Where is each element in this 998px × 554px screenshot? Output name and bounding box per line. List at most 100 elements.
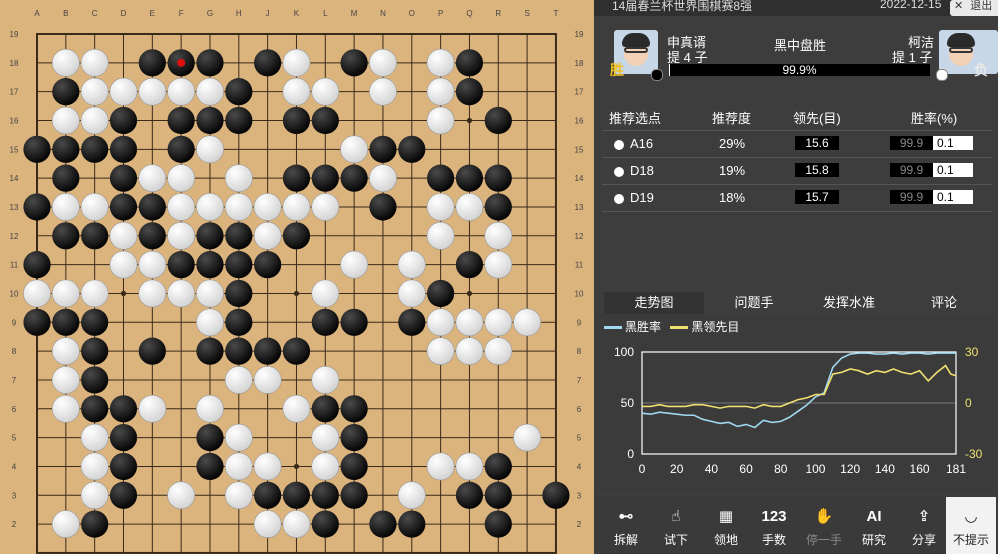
players-header: 胜 申真谞 提 4 子 黑中盘胜 柯洁 提 1 子 负 99.9%	[594, 18, 998, 90]
row-label: 11	[10, 261, 19, 270]
star-point	[466, 117, 473, 124]
white-stone	[109, 221, 138, 250]
white-stone	[282, 77, 311, 106]
row-label: 7	[12, 376, 17, 385]
row-label: 9	[12, 318, 17, 327]
white-stone	[311, 193, 340, 221]
toolbar-button-eye-closed[interactable]: ◡ 不提示	[946, 497, 996, 554]
white-stone	[167, 193, 196, 221]
winrate-bar: 99.9%	[669, 64, 930, 76]
row-percent: 29%	[719, 136, 746, 151]
white-stone-icon	[614, 194, 624, 204]
white-stone	[369, 164, 397, 193]
black-stone	[311, 308, 339, 336]
header-lead: 领先(目)	[793, 111, 841, 126]
toolbar-button-palm: ✋ 停一手	[799, 497, 849, 554]
white-stone	[51, 48, 80, 77]
lead-series-line	[642, 364, 957, 409]
white-stone	[484, 250, 513, 279]
white-stone-icon	[614, 140, 624, 150]
ai-icon: AI	[866, 508, 882, 525]
white-stone	[253, 510, 282, 539]
black-stone	[138, 337, 166, 365]
black-stone	[455, 49, 484, 77]
column-label: Q	[466, 9, 472, 18]
white-stone	[224, 164, 253, 193]
y-left-tick-label: 100	[614, 345, 634, 359]
white-stone	[311, 366, 340, 394]
row-label: 19	[10, 30, 19, 39]
toolbar-button-ai[interactable]: AI 研究	[849, 497, 899, 554]
table-row[interactable]: D18 19% 15.8 99.9 0.1	[602, 157, 992, 184]
go-board-grid[interactable]: A B C D E F G H J K L M N O P Q R S T 19 19 18 18 17 17 16 16 15 15 1…	[0, 0, 594, 554]
x-tick-label: 100	[805, 462, 825, 476]
header-winrate: 胜率(%)	[911, 111, 958, 126]
black-stone	[369, 135, 397, 163]
column-label: J	[266, 9, 270, 18]
exit-button[interactable]: ✕ 退出	[950, 0, 998, 16]
toolbar-button-share[interactable]: ⇪ 分享	[899, 497, 949, 554]
white-stone	[369, 77, 397, 106]
game-result: 黑中盘胜	[774, 38, 827, 53]
toolbar-button-hand-point[interactable]: ☝ 试下	[651, 497, 701, 554]
row-label: 12	[10, 232, 19, 241]
black-stone	[138, 222, 166, 250]
x-tick-label: 80	[774, 462, 788, 476]
share-icon: ⇪	[917, 508, 931, 525]
white-stone	[426, 106, 455, 135]
black-stone	[109, 106, 138, 135]
white-stone	[340, 135, 369, 164]
win-badge: 胜	[610, 62, 624, 78]
white-stone	[311, 77, 340, 106]
white-stone	[196, 279, 224, 308]
row-label: 10	[10, 289, 19, 298]
column-label: G	[207, 9, 213, 18]
black-stone	[398, 510, 426, 538]
winrate-text: 99.9%	[782, 63, 817, 77]
toolbar-button-split[interactable]: ⊷ 拆解	[601, 497, 651, 554]
tab-performance[interactable]: 发挥水准	[799, 292, 899, 314]
black-stone	[311, 481, 339, 509]
tab-comments[interactable]: 评论	[894, 292, 994, 314]
tab-trend[interactable]: 走势图	[604, 292, 704, 314]
white-player-avatar	[939, 30, 998, 74]
trend-chart[interactable]: 黑胜率 黑领先目 0 50 100 -30 0 30 0 20 40 60 80 100 120 140 1…	[594, 314, 998, 490]
black-stone	[81, 135, 109, 163]
white-stone	[138, 77, 167, 106]
black-stone	[398, 135, 426, 163]
black-stone	[340, 481, 368, 509]
white-stone	[513, 308, 542, 337]
tab-problem-moves[interactable]: 问题手	[704, 292, 804, 314]
row-label: 3	[12, 491, 17, 500]
black-stone	[23, 193, 51, 221]
black-stone	[427, 279, 455, 308]
black-stone	[52, 222, 80, 250]
row-move: D18	[630, 163, 654, 178]
go-board[interactable]: A B C D E F G H J K L M N O P Q R S T 19 19 18 18 17 17 16 16 15 15 1…	[0, 0, 594, 554]
black-stone	[225, 337, 253, 365]
black-stone	[398, 308, 426, 336]
row-win-white: 0.1	[933, 190, 973, 204]
y-left-tick-label: 0	[627, 447, 634, 461]
black-stone	[484, 452, 512, 481]
white-stone	[397, 481, 426, 510]
table-row[interactable]: A16 29% 15.6 99.9 0.1	[602, 130, 992, 157]
chart-legend: 黑胜率 黑领先目	[604, 318, 739, 335]
table-row[interactable]: D19 18% 15.7 99.9 0.1	[602, 184, 992, 212]
white-stone	[455, 193, 484, 221]
game-date: 2022-12-15	[880, 0, 942, 11]
white-stone	[426, 452, 455, 481]
black-stone	[311, 106, 339, 135]
row-label: 4	[12, 462, 17, 471]
white-stone	[80, 279, 109, 308]
white-stone	[51, 510, 80, 539]
black-stone	[542, 481, 570, 509]
white-stone	[484, 337, 513, 366]
black-stone	[109, 135, 138, 163]
toolbar-button-move-number[interactable]: 123 手数	[749, 497, 799, 554]
game-title-bar: 14届春兰杯世界围棋赛8强 2022-12-15 ✕ 退出	[594, 0, 998, 16]
black-stone	[484, 481, 512, 509]
toolbar-button-territory[interactable]: ▦ 领地	[701, 497, 751, 554]
legend-lead-swatch	[670, 326, 689, 330]
column-label: L	[323, 9, 328, 18]
